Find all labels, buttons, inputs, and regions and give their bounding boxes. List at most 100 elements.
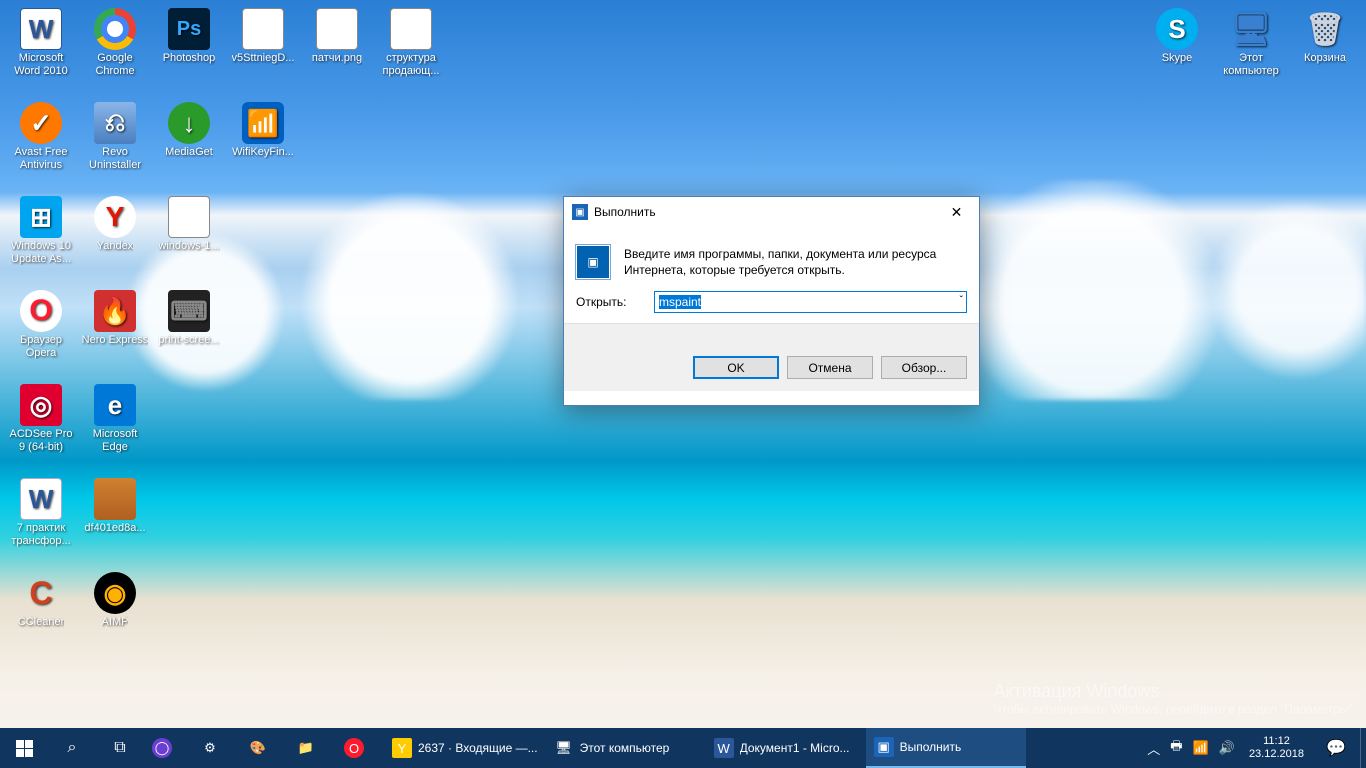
- icon-file-df401[interactable]: df401ed8a...: [78, 474, 152, 566]
- icon-opera[interactable]: OБраузер Opera: [4, 286, 78, 378]
- icon-aimp[interactable]: ◉AIMP: [78, 568, 152, 660]
- open-input[interactable]: [654, 291, 967, 313]
- icon-file-7praktik[interactable]: W7 практик трансфор...: [4, 474, 78, 566]
- action-center-button[interactable]: 💬: [1312, 728, 1360, 768]
- icon-revo-icon: ⎌: [94, 102, 136, 144]
- tray-wifi-icon[interactable]: 📶: [1193, 740, 1209, 756]
- open-combobox[interactable]: ˇ: [654, 291, 967, 313]
- tb-cortana-circle[interactable]: ◯: [144, 728, 192, 768]
- icon-file-windows1[interactable]: windows-1...: [152, 192, 226, 284]
- icon-yandex[interactable]: YYandex: [78, 192, 152, 284]
- taskbar-task-label: Выполнить: [900, 740, 962, 754]
- icon-file-printscreen-icon: ⌨: [168, 290, 210, 332]
- activation-watermark: Активация Windows Чтобы активировать Win…: [993, 681, 1356, 716]
- icon-file-patchi[interactable]: патчи.png: [300, 4, 374, 96]
- desktop-icon-label: Корзина: [1304, 52, 1346, 65]
- tb-task-run[interactable]: ▣Выполнить: [866, 728, 1026, 768]
- icon-edge[interactable]: eMicrosoft Edge: [78, 380, 152, 472]
- tb-cortana-circle-icon: ◯: [152, 738, 172, 758]
- tb-settings[interactable]: ⚙: [192, 728, 240, 768]
- tb-opera-icon: O: [344, 738, 364, 758]
- icon-file-struktura[interactable]: структура продающ...: [374, 4, 448, 96]
- icon-recyclebin-icon: 🗑: [1304, 8, 1346, 50]
- icon-file-v5[interactable]: v5SttniegD...: [226, 4, 300, 96]
- icon-ccleaner-icon: C: [20, 572, 62, 614]
- icon-mediaget[interactable]: ↓ MediaGet: [152, 98, 226, 190]
- run-body-icon: ▣: [576, 245, 610, 279]
- icon-file-v5-icon: [242, 8, 284, 50]
- icon-winupdate[interactable]: ⊞Windows 10 Update As...: [4, 192, 78, 284]
- icon-ccleaner[interactable]: CCCleaner: [4, 568, 78, 660]
- icon-file-printscreen[interactable]: ⌨ print-scree...: [152, 286, 226, 378]
- cancel-button[interactable]: Отмена: [787, 356, 873, 379]
- show-desktop-button[interactable]: [1360, 728, 1366, 768]
- desktop-icon-label: Браузер Opera: [5, 334, 77, 359]
- tb-task-yandex[interactable]: Y2637 · Входящие —...: [384, 728, 546, 768]
- desktop: WMicrosoft Word 2010Google ChromePsPhoto…: [0, 0, 1366, 768]
- taskbar-clock[interactable]: 11:12 23.12.2018: [1241, 728, 1312, 768]
- desktop-icon-label: MediaGet: [165, 146, 213, 159]
- icon-recyclebin[interactable]: 🗑 Корзина: [1288, 4, 1362, 96]
- icon-thispc[interactable]: 🖥Этот компьютер: [1214, 4, 1288, 96]
- icon-acdsee[interactable]: ◎ACDSee Pro 9 (64-bit): [4, 380, 78, 472]
- start-button[interactable]: [0, 728, 48, 768]
- desktop-icon-label: print-scree...: [158, 334, 219, 347]
- tb-settings-icon: ⚙: [200, 738, 220, 758]
- desktop-icon-label: Nero Express: [82, 334, 149, 347]
- clock-date: 23.12.2018: [1249, 748, 1304, 761]
- task-view-icon: ⧉: [114, 739, 125, 757]
- task-view-button[interactable]: ⧉: [96, 728, 144, 768]
- system-tray: ︿ 🖶 📶 🔊: [1141, 728, 1241, 768]
- tb-task-thispc[interactable]: 🖥Этот компьютер: [546, 728, 706, 768]
- tb-paint[interactable]: 🎨: [240, 728, 288, 768]
- desktop-icon-label: Microsoft Word 2010: [5, 52, 77, 77]
- desktop-icon-label: Windows 10 Update As...: [5, 240, 77, 265]
- icon-skype[interactable]: SSkype: [1140, 4, 1214, 96]
- desktop-icon-label: ACDSee Pro 9 (64-bit): [5, 428, 77, 453]
- icon-edge-icon: e: [94, 384, 136, 426]
- desktop-icon-label: df401ed8a...: [84, 522, 145, 535]
- icon-opera-icon: O: [20, 290, 62, 332]
- close-icon: ✕: [951, 204, 963, 221]
- browse-button[interactable]: Обзор...: [881, 356, 967, 379]
- search-button[interactable]: ⌕: [48, 728, 96, 768]
- desktop-icon-label: Google Chrome: [79, 52, 151, 77]
- taskbar: ⌕ ⧉ ◯ ⚙ 🎨📁 O Y2637 · Входящие —...🖥Этот ком…: [0, 728, 1366, 768]
- tray-volume-icon[interactable]: 🔊: [1219, 740, 1235, 756]
- icon-word-icon: W: [20, 8, 62, 50]
- tb-opera[interactable]: O: [336, 728, 384, 768]
- desktop-icon-label: v5SttniegD...: [232, 52, 295, 65]
- icon-file-df401-icon: [94, 478, 136, 520]
- icon-photoshop-icon: Ps: [168, 8, 210, 50]
- tb-explorer[interactable]: 📁: [288, 728, 336, 768]
- windows-logo-icon: [16, 740, 33, 757]
- watermark-text: Чтобы активировать Windows, перейдите в …: [993, 702, 1356, 716]
- desktop-icon-label: Yandex: [97, 240, 134, 253]
- icon-wifikey[interactable]: 📶WifiKeyFin...: [226, 98, 300, 190]
- icon-wifikey-icon: 📶: [242, 102, 284, 144]
- tb-task-thispc-icon: 🖥: [554, 738, 574, 758]
- icon-photoshop[interactable]: PsPhotoshop: [152, 4, 226, 96]
- desktop-icon-label: Avast Free Antivirus: [5, 146, 77, 171]
- close-button[interactable]: ✕: [934, 197, 979, 227]
- run-dialog: ▣ Выполнить ✕ ▣ Введите имя программы, п…: [563, 196, 980, 406]
- ok-button[interactable]: OK: [693, 356, 779, 379]
- icon-chrome[interactable]: Google Chrome: [78, 4, 152, 96]
- desktop-icon-label: структура продающ...: [375, 52, 447, 77]
- icon-aimp-icon: ◉: [94, 572, 136, 614]
- icon-chrome-icon: [94, 8, 136, 50]
- icon-revo[interactable]: ⎌Revo Uninstaller: [78, 98, 152, 190]
- open-label: Открыть:: [576, 295, 642, 309]
- tb-task-word-icon: W: [714, 738, 734, 758]
- desktop-icon-label: Microsoft Edge: [79, 428, 151, 453]
- tb-task-word[interactable]: WДокумент1 - Micro...: [706, 728, 866, 768]
- tray-chevron-icon[interactable]: ︿: [1147, 739, 1160, 758]
- icon-mediaget-icon: ↓: [168, 102, 210, 144]
- tray-printer-icon[interactable]: 🖶: [1170, 737, 1182, 759]
- icon-word[interactable]: WMicrosoft Word 2010: [4, 4, 78, 96]
- desktop-icon-label: windows-1...: [158, 240, 219, 253]
- icon-nero[interactable]: 🔥Nero Express: [78, 286, 152, 378]
- run-dialog-description: Введите имя программы, папки, документа …: [624, 245, 967, 279]
- icon-avast[interactable]: ✓Avast Free Antivirus: [4, 98, 78, 190]
- run-dialog-titlebar[interactable]: ▣ Выполнить ✕: [564, 197, 979, 227]
